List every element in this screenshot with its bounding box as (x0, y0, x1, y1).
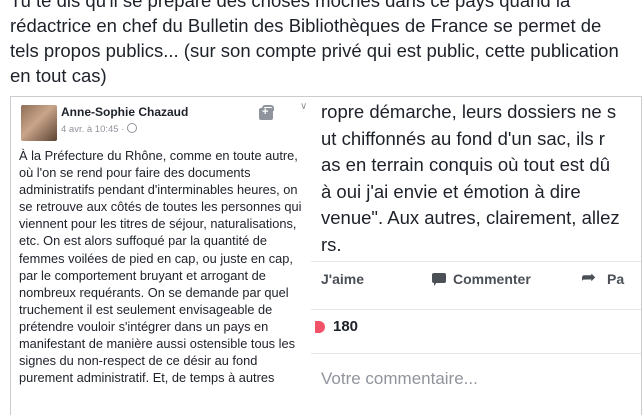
post-date: 4 avr. à 10:45 · (61, 123, 138, 135)
right-line: ropre démarche, leurs dossiers ne s (321, 101, 617, 122)
comment-box (311, 353, 641, 415)
right-post-text: ropre démarche, leurs dossiers ne s ut c… (321, 99, 641, 258)
action-bar: J'aime Commenter ➦ Pa (311, 261, 641, 298)
like-button[interactable]: J'aime (321, 271, 364, 287)
post-date-text: 4 avr. à 10:45 · (61, 124, 128, 135)
right-line: venue". Aux autres, clairement, allez (321, 207, 620, 228)
right-line: as en terrain conquis où tout est dû (321, 154, 610, 175)
right-line: ut chiffonnés au fond d'un sac, ils r (321, 127, 605, 149)
comment-icon[interactable] (432, 273, 446, 286)
reaction-icon[interactable] (315, 321, 325, 333)
globe-icon (127, 123, 138, 133)
share-arrow-icon[interactable]: ➦ (581, 267, 596, 288)
save-post-icon[interactable] (259, 105, 274, 120)
embedded-screenshot: Anne-Sophie Chazaud 4 avr. à 10:45 · ∨ À… (10, 96, 642, 415)
right-post: ropre démarche, leurs dossiers ne s ut c… (311, 97, 641, 415)
comment-button[interactable]: Commenter (453, 271, 531, 287)
share-button[interactable]: Pa (607, 271, 624, 287)
chevron-down-icon[interactable]: ∨ (300, 101, 307, 112)
intro-text: Tu te dis qu'il se prépare des choses mo… (10, 0, 619, 86)
right-line: à oui j'ai envie et émotion à dire (321, 180, 581, 202)
reaction-count[interactable]: 180 (333, 318, 358, 335)
right-line: rs. (321, 233, 342, 255)
reactions-bar: 180 (311, 309, 641, 344)
avatar[interactable] (21, 105, 57, 141)
left-post: Anne-Sophie Chazaud 4 avr. à 10:45 · ∨ À… (11, 97, 312, 415)
post-body: À la Préfecture du Rhône, comme en toute… (19, 148, 302, 386)
author-name[interactable]: Anne-Sophie Chazaud (61, 105, 188, 119)
comment-input[interactable] (319, 365, 641, 393)
